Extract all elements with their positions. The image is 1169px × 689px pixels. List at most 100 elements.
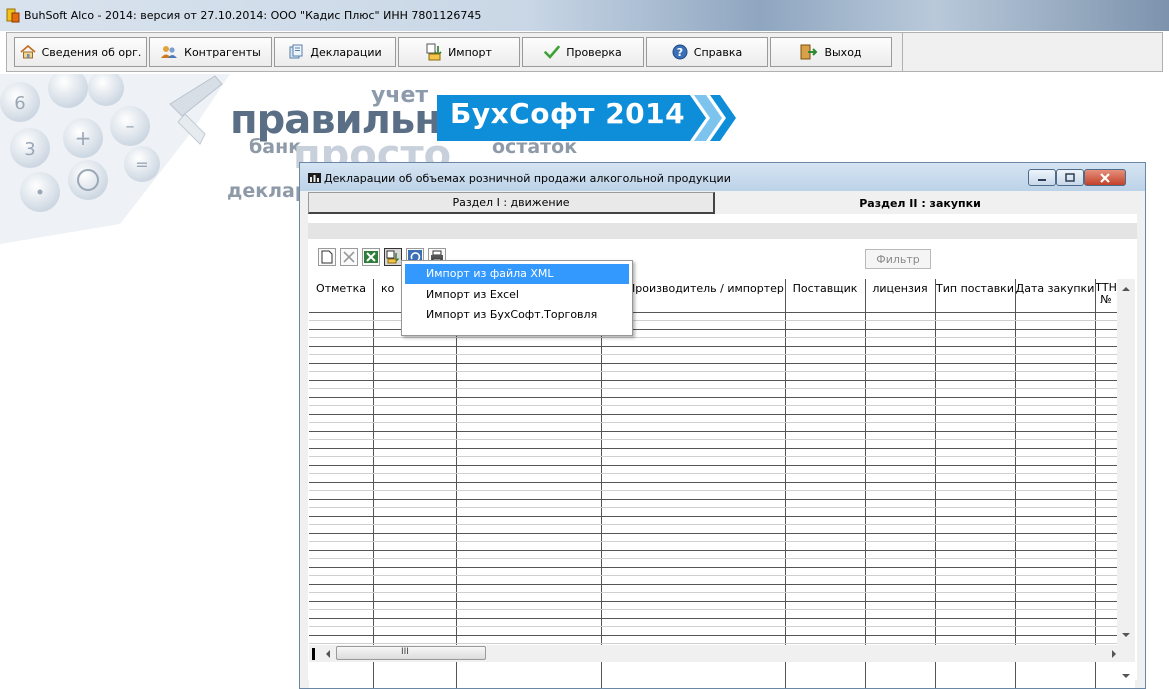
delete-record-button[interactable] [340,248,358,266]
column-header-purchase-date[interactable]: Дата закупки [1015,279,1095,312]
svg-text:?: ? [677,46,683,59]
column-header-license[interactable]: лицензия [865,279,935,312]
grid-row-subline [309,524,1117,525]
exit-label: Выход [824,45,862,59]
grid-column-divider [865,279,866,645]
grid-column-divider [935,279,936,645]
dialog-title: Декларации об объемах розничной продажи … [324,172,731,185]
grid-row-subline [309,490,1117,491]
scroll-right-icon[interactable] [1111,649,1117,659]
minimize-button[interactable] [1028,169,1056,186]
new-page-icon [321,250,333,264]
main-toolbar: Сведения об орг. Контрагенты Декларации … [6,32,1163,72]
footer-column-divider [601,662,602,688]
house-icon [20,45,36,59]
grid-row-divider [309,431,1117,432]
svg-text:=: = [135,155,148,174]
row-indicator [312,648,315,660]
horizontal-scroll-thumb[interactable]: III [336,646,486,660]
menu-item-import-buhsoft-trade[interactable]: Импорт из БухСофт.Торговля [405,305,629,325]
footer-column-divider [865,662,866,688]
import-button[interactable]: Импорт [398,37,520,67]
grid-row-subline [309,541,1117,542]
grid-row-subline [309,575,1117,576]
grid-row-divider [309,346,1117,347]
minimize-icon [1038,178,1046,181]
grid-row-divider [309,414,1117,415]
dialog-title-bar[interactable]: Декларации об объемах розничной продажи … [300,163,1145,191]
scroll-up-icon[interactable] [1121,286,1131,292]
grid-row-divider [309,584,1117,585]
declarations-label: Декларации [310,45,382,59]
app-icon [6,8,20,23]
help-button[interactable]: ? Справка [646,37,768,67]
grid-row-subline [309,371,1117,372]
column-header-supplier[interactable]: Поставщик [785,279,865,312]
brand-title: БухСофт 2014 [450,97,686,130]
document-icon [289,44,303,59]
column-header-ttn[interactable]: ТТН № [1095,279,1117,312]
excel-icon [364,251,378,263]
org-info-button[interactable]: Сведения об орг. [14,37,147,67]
grid-row-divider [309,499,1117,500]
main-title-bar[interactable]: BuhSoft Alco - 2014: версия от 27.10.201… [0,0,1169,31]
import-icon [426,43,442,61]
chart-icon [308,173,321,183]
grid-row-divider [309,567,1117,568]
grid-row-divider [309,448,1117,449]
footer-column-divider [1095,662,1096,688]
check-button[interactable]: Проверка [522,37,644,67]
grid-row-divider [309,482,1117,483]
import-context-menu: Импорт из файла XML Импорт из Excel Импо… [401,260,633,336]
exit-button[interactable]: Выход [770,37,892,67]
tab-section-1[interactable]: Раздел I : движение [308,192,715,214]
svg-text:+: + [75,126,92,150]
grid-row-divider [309,516,1117,517]
grid-row-divider [309,533,1117,534]
import-label: Импорт [448,45,492,59]
import-icon [386,250,399,264]
tab-section-2[interactable]: Раздел II : закупки [770,192,1070,214]
footer-dropdown-icon[interactable] [1121,673,1131,679]
maximize-button[interactable] [1056,169,1084,186]
close-icon [1100,172,1110,183]
window-title: BuhSoft Alco - 2014: версия от 27.10.201… [24,9,482,22]
vertical-scrollbar[interactable] [1117,279,1135,645]
column-header-supply-type[interactable]: Тип поставки [935,279,1015,312]
footer-column-divider [935,662,936,688]
menu-item-import-xml[interactable]: Импорт из файла XML [405,264,629,284]
counterparties-button[interactable]: Контрагенты [149,37,272,67]
declarations-button[interactable]: Декларации [274,37,396,67]
grid-row-subline [309,388,1117,389]
column-header-mark[interactable]: Отметка [309,279,373,312]
grid-column-divider [785,279,786,645]
counterparties-label: Контрагенты [184,45,261,59]
footer-column-divider [456,662,457,688]
grid-row-subline [309,592,1117,593]
scroll-grip: III [401,647,409,657]
svg-text:3: 3 [24,139,35,160]
grid-column-divider [373,279,374,645]
new-record-button[interactable] [318,248,336,266]
grid-row-subline [309,337,1117,338]
grid-row-divider [309,635,1117,636]
footer-column-divider [785,662,786,688]
grid-row-subline [309,473,1117,474]
menu-item-import-excel[interactable]: Импорт из Excel [405,285,629,305]
grid-row-divider [309,550,1117,551]
grid-row-divider [309,618,1117,619]
scroll-left-icon[interactable] [325,649,331,659]
filter-button[interactable]: Фильтр [865,249,931,269]
help-label: Справка [693,45,743,59]
toolbar-separator [902,33,903,71]
grid-column-divider [1015,279,1016,645]
footer-column-divider [373,662,374,688]
delete-icon [343,251,355,263]
scroll-down-icon[interactable] [1121,632,1131,638]
import-menu-button[interactable] [384,248,402,266]
checkmark-icon [544,45,560,59]
grid-row-divider [309,465,1117,466]
export-excel-button[interactable] [362,248,380,266]
footer-column-divider [1015,662,1016,688]
close-button[interactable] [1084,169,1126,186]
